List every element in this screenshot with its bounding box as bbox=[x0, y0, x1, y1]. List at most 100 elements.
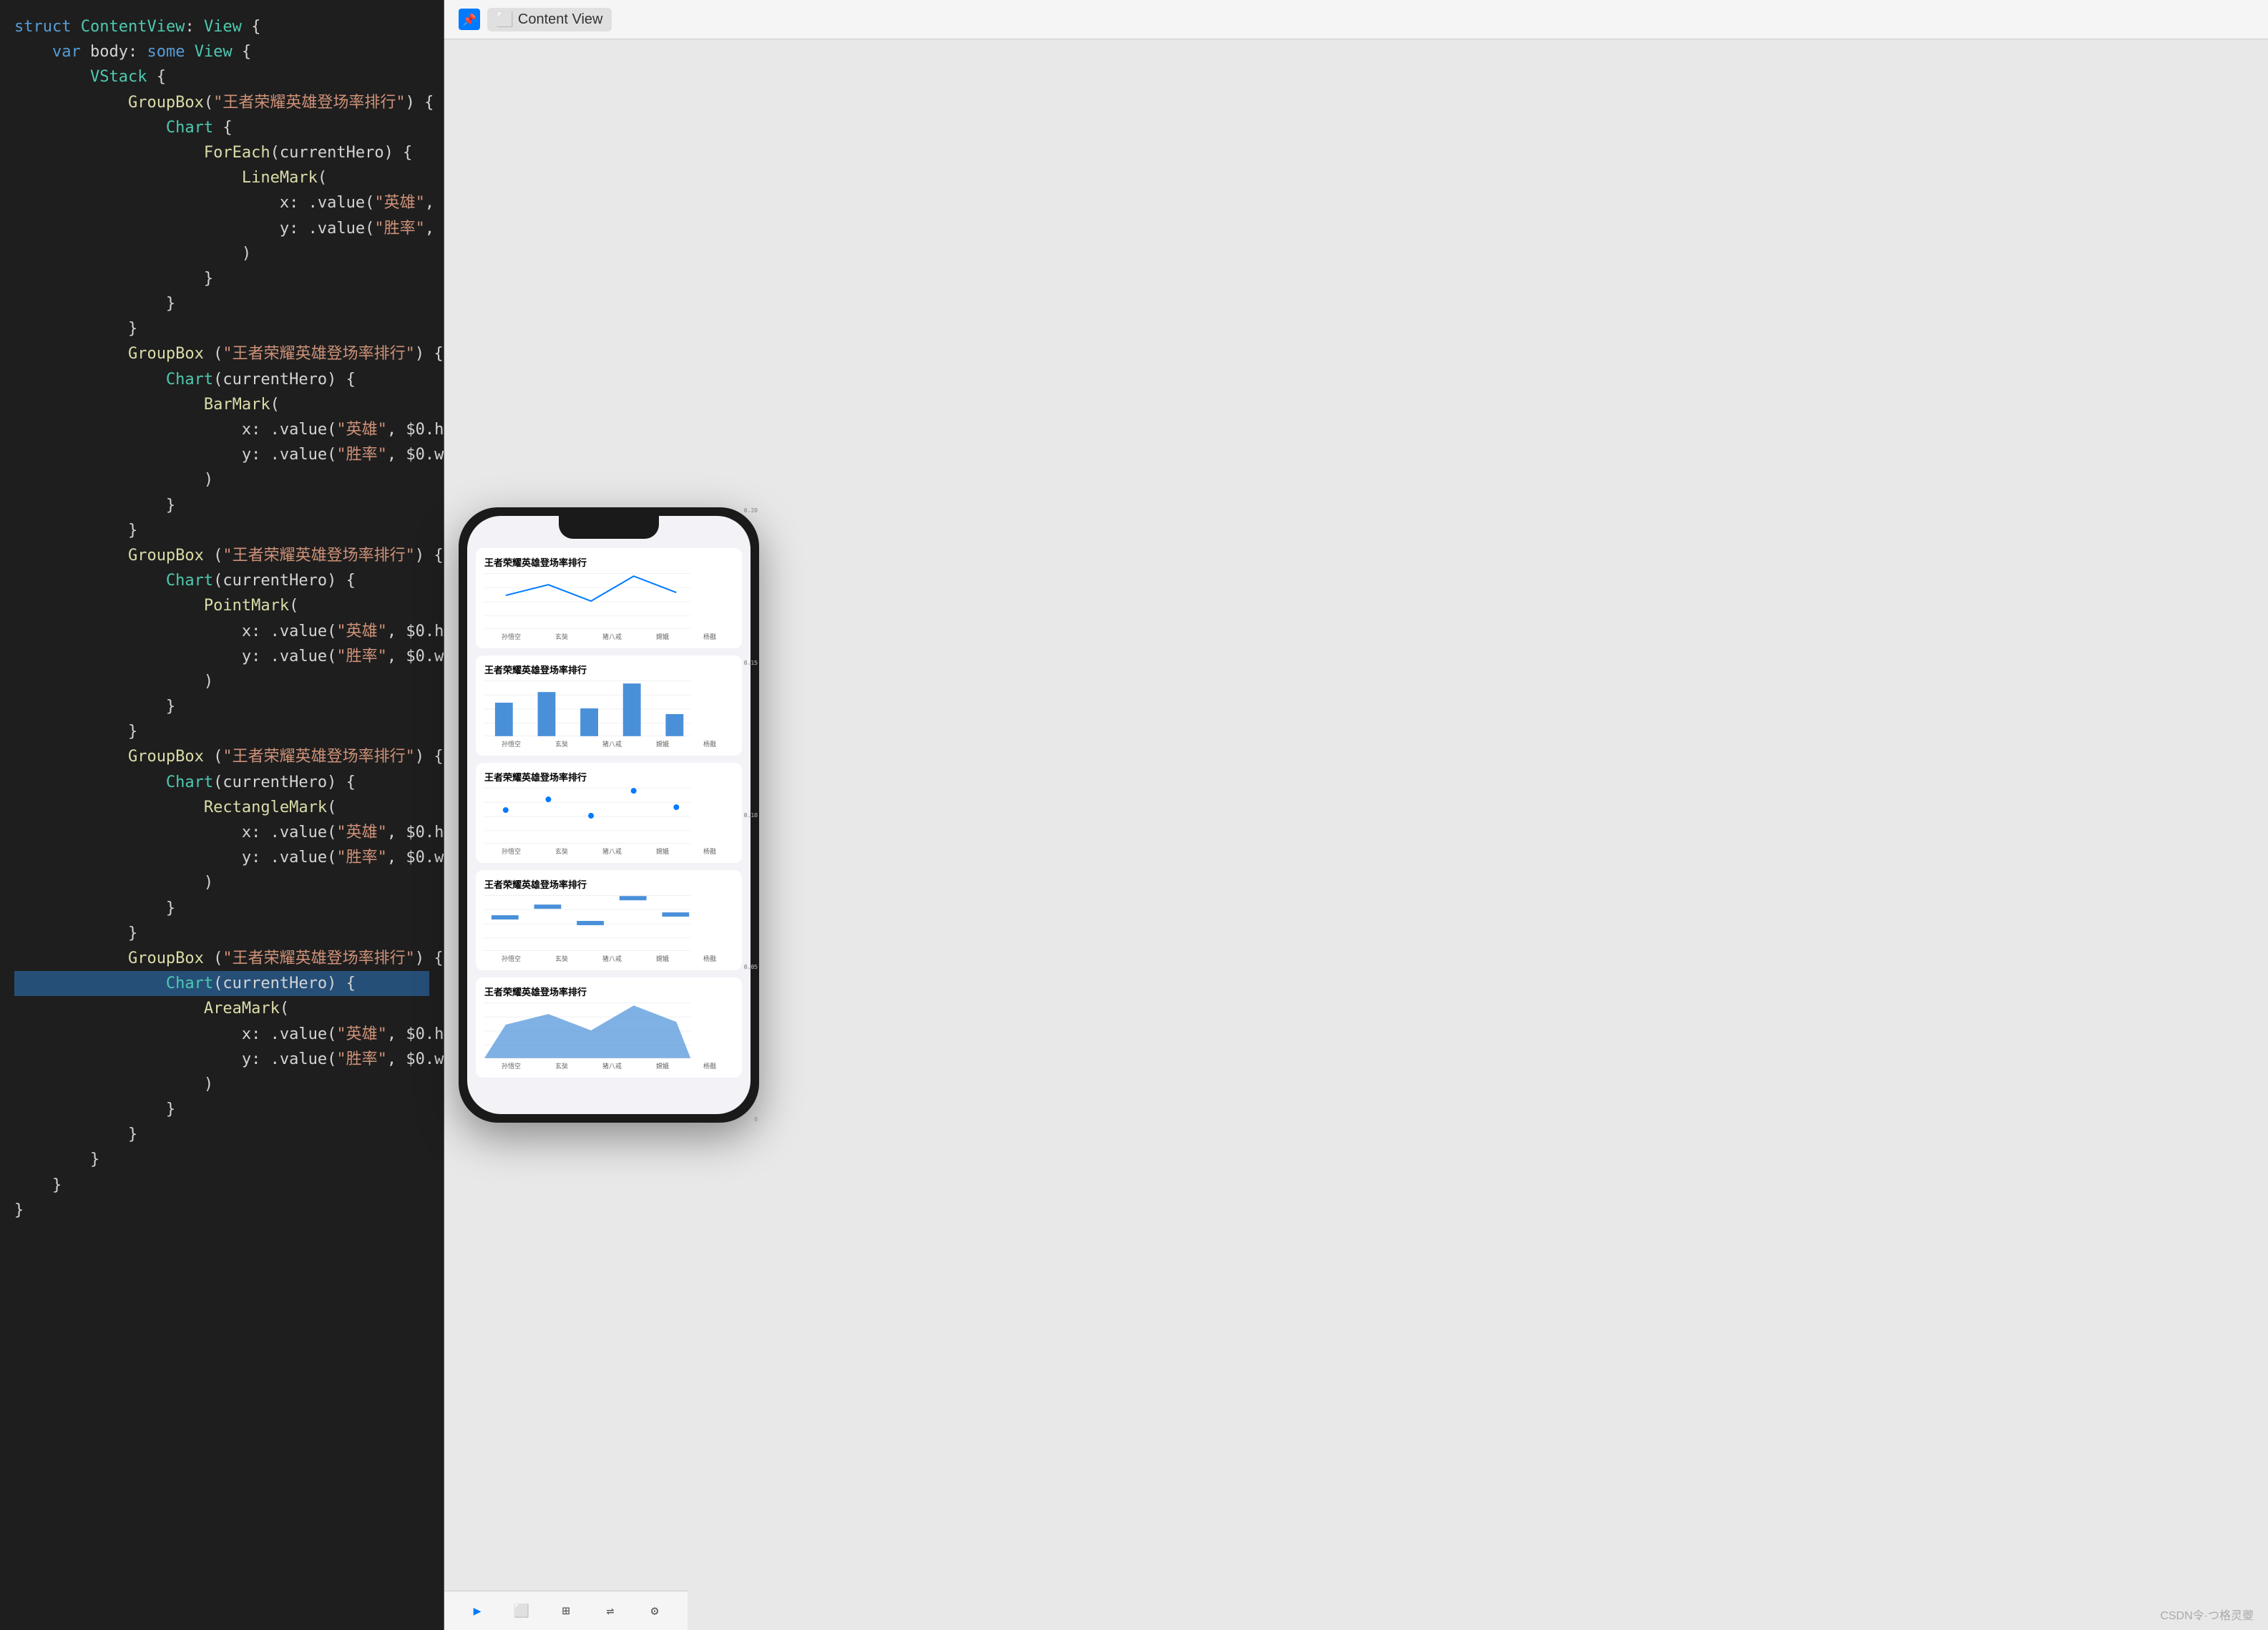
code-line: } bbox=[14, 896, 429, 921]
x-label: 杨戬 bbox=[703, 632, 716, 641]
chart-section-point: 王者荣耀英雄登场率排行 bbox=[476, 763, 742, 863]
code-line: y: .value("胜率", $0.winRate) bbox=[14, 845, 429, 870]
chart-section-rectangle: 王者荣耀英雄登场率排行 bbox=[476, 870, 742, 970]
code-line-highlighted: Chart(currentHero) { bbox=[14, 971, 429, 996]
chart-x-labels-2: 孙悟空 玄奘 猪八戒 嫦娥 杨戬 bbox=[484, 739, 733, 748]
code-line: x: .value("英雄", $0.hero), bbox=[14, 1022, 429, 1047]
code-line: AreaMark( bbox=[14, 996, 429, 1021]
code-line: GroupBox ("王者荣耀英雄登场率排行") { bbox=[14, 946, 429, 971]
code-line: GroupBox ("王者荣耀英雄登场率排行") { bbox=[14, 543, 429, 568]
chart-x-labels-4: 孙悟空 玄奘 猪八戒 嫦娥 杨戬 bbox=[484, 954, 733, 963]
code-line: GroupBox("王者荣耀英雄登场率排行") { bbox=[14, 90, 429, 115]
watermark: CSDN令·つ格灵夔 bbox=[2160, 1606, 2254, 1623]
code-line: x: .value("英雄", $0.hero), bbox=[14, 619, 429, 644]
frame-icon[interactable]: ⬜ bbox=[510, 1599, 533, 1622]
code-line: } bbox=[14, 1122, 429, 1147]
code-line: x: .value("英雄", $0.hero), bbox=[14, 417, 429, 442]
content-view-tab[interactable]: ⬜ Content View bbox=[487, 8, 612, 31]
phone-notch bbox=[559, 516, 659, 539]
bar-chart-svg bbox=[484, 680, 712, 738]
rectangle-chart-svg bbox=[484, 895, 712, 952]
code-line: } bbox=[14, 266, 429, 291]
code-line: } bbox=[14, 316, 429, 341]
chart-x-labels-5: 孙悟空 玄奘 猪八戒 嫦娥 杨戬 bbox=[484, 1061, 733, 1070]
code-line: } bbox=[14, 493, 429, 518]
code-line: } bbox=[14, 921, 429, 946]
bottom-toolbar: ▶ ⬜ ⊞ ⇌ ⚙ bbox=[444, 1591, 688, 1630]
code-line: LineMark( bbox=[14, 165, 429, 190]
x-label: 玄奘 bbox=[555, 954, 568, 963]
code-line: ) bbox=[14, 467, 429, 492]
top-bar: 📌 ⬜ Content View bbox=[444, 0, 2268, 39]
x-label: 嫦娥 bbox=[656, 1061, 669, 1070]
code-line: PointMark( bbox=[14, 593, 429, 618]
code-line: x: .value("英雄", $0.hero), bbox=[14, 820, 429, 845]
grid-icon[interactable]: ⊞ bbox=[554, 1599, 577, 1622]
chart-title-5: 王者荣耀英雄登场率排行 bbox=[484, 985, 733, 998]
code-line: Chart(currentHero) { bbox=[14, 568, 429, 593]
code-line: VStack { bbox=[14, 64, 429, 89]
phone-content: 王者荣耀英雄登场率排行 bbox=[467, 516, 751, 1114]
code-line: x: .value("英雄", $0.hero), bbox=[14, 190, 429, 215]
chart-title-2: 王者荣耀英雄登场率排行 bbox=[484, 663, 733, 676]
code-line: } bbox=[14, 1147, 429, 1172]
view-icon: ⬜ bbox=[496, 11, 514, 29]
settings-icon[interactable]: ⚙ bbox=[643, 1599, 666, 1622]
preview-panel: 📌 ⬜ Content View 王者荣耀英雄登场率排行 bbox=[444, 0, 2268, 1630]
code-line: ) bbox=[14, 1072, 429, 1097]
code-line: GroupBox ("王者荣耀英雄登场率排行") { bbox=[14, 341, 429, 366]
code-line: struct ContentView: View { bbox=[14, 14, 429, 39]
line-chart-svg bbox=[484, 573, 712, 630]
code-line: ForEach(currentHero) { bbox=[14, 140, 429, 165]
y-axis-5: 0.20 0.15 0.10 0.05 0 bbox=[744, 516, 751, 1114]
x-label: 玄奘 bbox=[555, 632, 568, 641]
chart-section-area: 王者荣耀英雄登场率排行 bbox=[476, 977, 742, 1078]
point-chart-svg bbox=[484, 788, 712, 845]
code-line: y: .value("胜率", $0.winRate) bbox=[14, 1047, 429, 1072]
code-line: } bbox=[14, 1173, 429, 1198]
x-label: 嫦娥 bbox=[656, 846, 669, 856]
x-label: 杨戬 bbox=[703, 846, 716, 856]
x-label: 猪八戒 bbox=[602, 954, 622, 963]
chart-x-labels-1: 孙悟空 玄奘 猪八戒 嫦娥 杨戬 bbox=[484, 632, 733, 641]
x-label: 嫦娥 bbox=[656, 739, 669, 748]
x-label: 猪八戒 bbox=[602, 1061, 622, 1070]
code-line: ) bbox=[14, 241, 429, 266]
code-line: RectangleMark( bbox=[14, 795, 429, 820]
code-line: Chart(currentHero) { bbox=[14, 770, 429, 795]
x-label: 杨戬 bbox=[703, 739, 716, 748]
code-line: ) bbox=[14, 669, 429, 694]
swap-icon[interactable]: ⇌ bbox=[599, 1599, 622, 1622]
x-label: 孙悟空 bbox=[502, 846, 521, 856]
code-line: } bbox=[14, 518, 429, 543]
code-line: } bbox=[14, 291, 429, 316]
chart-section-bar: 王者荣耀英雄登场率排行 bbox=[476, 655, 742, 756]
code-line: } bbox=[14, 694, 429, 719]
x-label: 孙悟空 bbox=[502, 954, 521, 963]
x-label: 孙悟空 bbox=[502, 632, 521, 641]
code-line: y: .value("胜率", $0.winRate) bbox=[14, 216, 429, 241]
x-label: 猪八戒 bbox=[602, 846, 622, 856]
x-label: 嫦娥 bbox=[656, 954, 669, 963]
chart-title-1: 王者荣耀英雄登场率排行 bbox=[484, 555, 733, 569]
code-editor: struct ContentView: View { var body: som… bbox=[0, 0, 444, 1630]
x-label: 孙悟空 bbox=[502, 1061, 521, 1070]
code-line: } bbox=[14, 1097, 429, 1122]
x-label: 杨戬 bbox=[703, 954, 716, 963]
phone-wrapper: 王者荣耀英雄登场率排行 bbox=[444, 39, 773, 1591]
x-label: 猪八戒 bbox=[602, 739, 622, 748]
pin-icon: 📌 bbox=[459, 9, 480, 30]
code-line: Chart(currentHero) { bbox=[14, 367, 429, 392]
code-line: } bbox=[14, 719, 429, 744]
code-line: Chart { bbox=[14, 115, 429, 140]
play-icon[interactable]: ▶ bbox=[466, 1599, 489, 1622]
x-label: 玄奘 bbox=[555, 739, 568, 748]
area-chart-svg bbox=[484, 1002, 712, 1060]
x-label: 玄奘 bbox=[555, 1061, 568, 1070]
content-view-label: Content View bbox=[518, 11, 603, 28]
chart-x-labels-3: 孙悟空 玄奘 猪八戒 嫦娥 杨戬 bbox=[484, 846, 733, 856]
code-line: GroupBox ("王者荣耀英雄登场率排行") { bbox=[14, 744, 429, 769]
code-line: y: .value("胜率", $0.winRate) bbox=[14, 442, 429, 467]
chart-section-line: 王者荣耀英雄登场率排行 bbox=[476, 548, 742, 648]
code-line: y: .value("胜率", $0.winRate) bbox=[14, 644, 429, 669]
